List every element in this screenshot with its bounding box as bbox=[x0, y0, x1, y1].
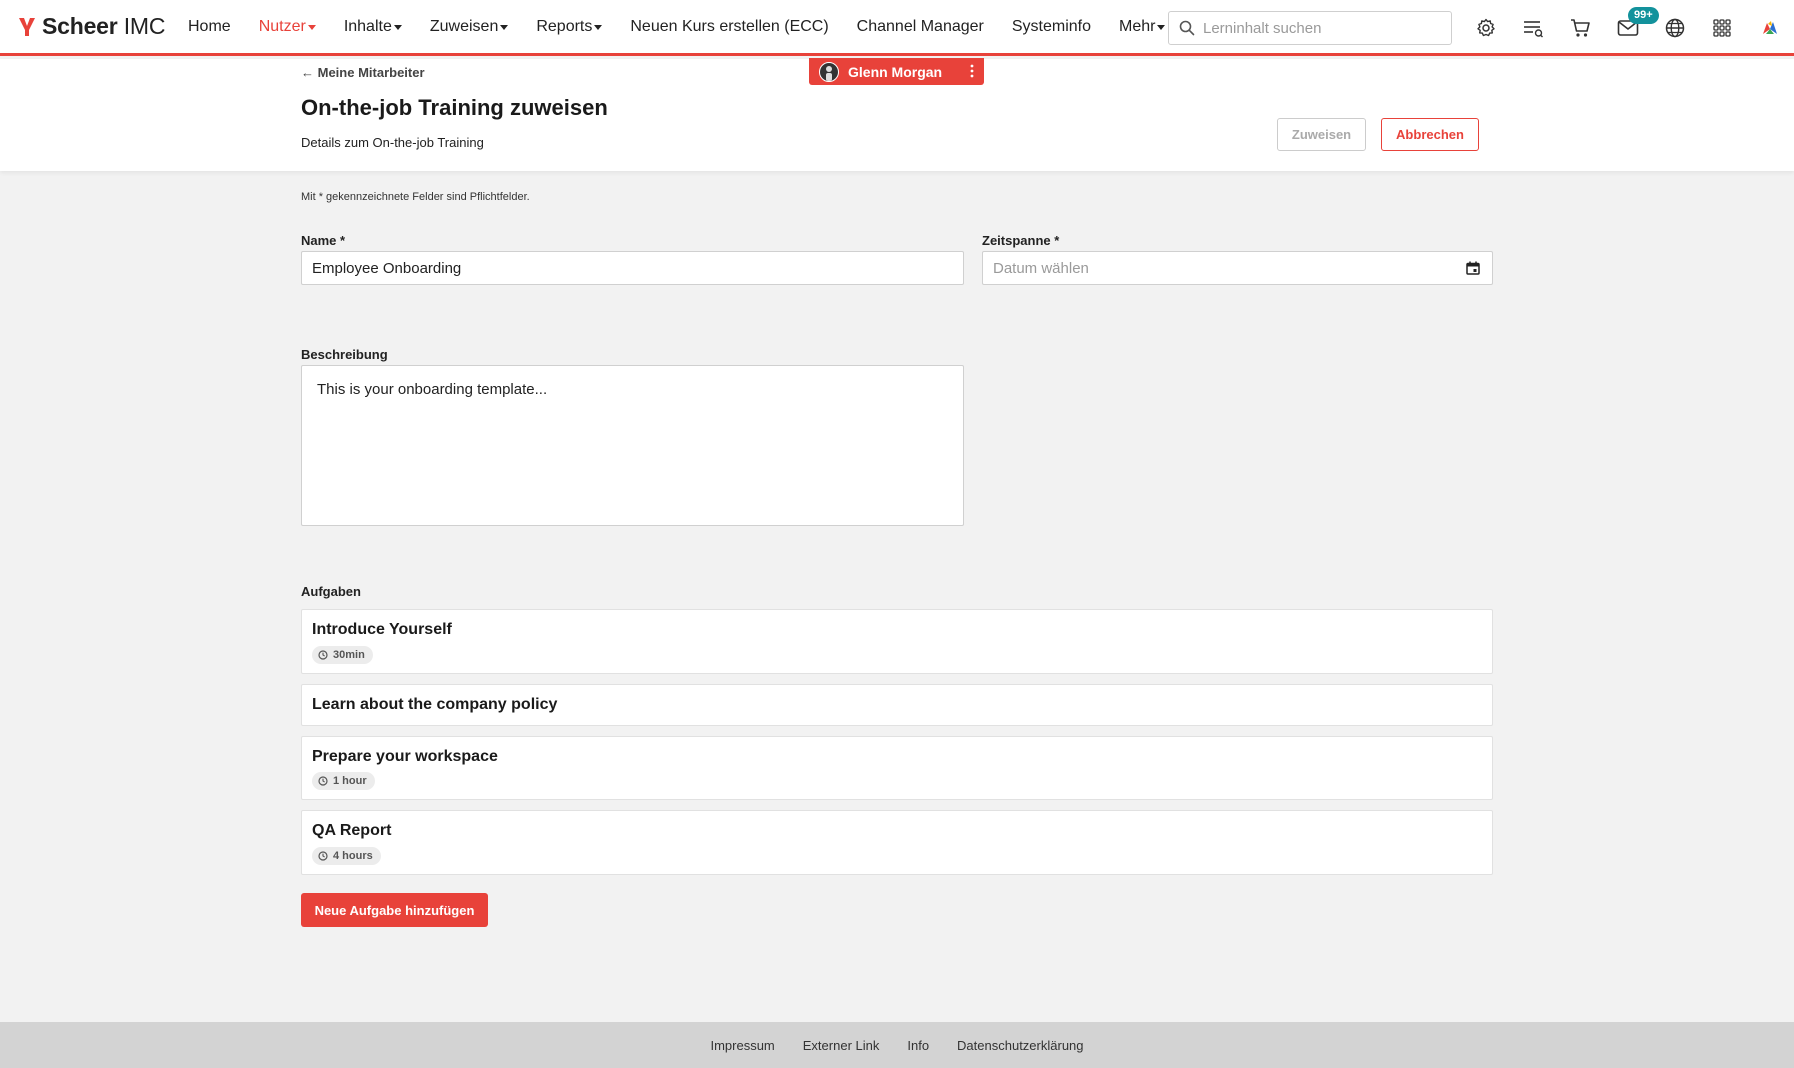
cancel-button[interactable]: Abbrechen bbox=[1381, 118, 1479, 151]
nav-item-mehr[interactable]: Mehr bbox=[1119, 18, 1166, 36]
required-fields-note: Mit * gekennzeichnete Felder sind Pflich… bbox=[301, 191, 530, 203]
period-label: Zeitspanne * bbox=[982, 233, 1060, 248]
page-subtitle: Details zum On-the-job Training bbox=[301, 135, 484, 150]
gear-icon[interactable] bbox=[1474, 16, 1498, 40]
footer-link-impressum[interactable]: Impressum bbox=[710, 1038, 774, 1053]
back-link[interactable]: ← Meine Mitarbeiter bbox=[301, 65, 425, 80]
nav-item-channel-manager[interactable]: Channel Manager bbox=[857, 18, 984, 36]
caret-down-icon bbox=[393, 25, 402, 30]
task-title: Prepare your workspace bbox=[312, 748, 498, 765]
footer-link-info[interactable]: Info bbox=[907, 1038, 929, 1053]
task-item[interactable]: Introduce Yourself 30min bbox=[301, 609, 1493, 674]
assign-button[interactable]: Zuweisen bbox=[1277, 118, 1366, 151]
more-options-icon[interactable] bbox=[970, 63, 974, 82]
task-item[interactable]: Prepare your workspace 1 hour bbox=[301, 736, 1493, 800]
top-navigation-bar: Scheer IMC Home Nutzer Inhalte Zuweisen … bbox=[0, 0, 1794, 56]
avatar bbox=[819, 61, 839, 82]
person-icon bbox=[826, 65, 832, 81]
clock-icon bbox=[318, 851, 328, 861]
nav-item-systeminfo[interactable]: Systeminfo bbox=[1012, 18, 1091, 36]
task-title: QA Report bbox=[312, 822, 392, 839]
search-input[interactable] bbox=[1203, 19, 1433, 37]
cart-icon[interactable] bbox=[1569, 16, 1593, 40]
caret-down-icon bbox=[307, 25, 316, 30]
nav-item-inhalte[interactable]: Inhalte bbox=[344, 18, 402, 36]
task-item[interactable]: QA Report 4 hours bbox=[301, 810, 1493, 875]
page-title: On-the-job Training zuweisen bbox=[301, 95, 608, 120]
nav-item-nutzer[interactable]: Nutzer bbox=[259, 18, 316, 36]
name-label: Name * bbox=[301, 233, 346, 248]
caret-down-icon bbox=[500, 25, 509, 30]
description-label: Beschreibung bbox=[301, 347, 388, 362]
duration-badge: 1 hour bbox=[312, 772, 375, 790]
nav-item-reports[interactable]: Reports bbox=[536, 18, 603, 36]
scheer-logo-icon bbox=[19, 17, 35, 36]
footer-link-privacy[interactable]: Datenschutzerklärung bbox=[957, 1038, 1083, 1053]
add-task-button[interactable]: Neue Aufgabe hinzufügen bbox=[301, 893, 488, 927]
task-list-icon[interactable] bbox=[1521, 16, 1545, 40]
search-box bbox=[1168, 11, 1452, 45]
task-title: Learn about the company policy bbox=[312, 696, 558, 713]
main-nav: Home Nutzer Inhalte Zuweisen Reports Neu… bbox=[188, 0, 1193, 53]
caret-down-icon bbox=[1157, 25, 1166, 30]
duration-badge: 4 hours bbox=[312, 847, 381, 865]
name-input[interactable] bbox=[301, 251, 964, 285]
nav-item-zuweisen[interactable]: Zuweisen bbox=[430, 18, 509, 36]
nav-item-ecc[interactable]: Neuen Kurs erstellen (ECC) bbox=[630, 18, 828, 36]
page-footer: Impressum Externer Link Info Datenschutz… bbox=[0, 1022, 1794, 1068]
task-title: Introduce Yourself bbox=[312, 621, 452, 638]
mail-badge: 99+ bbox=[1628, 7, 1659, 24]
description-textarea[interactable]: This is your onboarding template... bbox=[301, 365, 964, 526]
apps-grid-icon[interactable] bbox=[1710, 16, 1734, 40]
clock-icon bbox=[318, 650, 328, 660]
clock-icon bbox=[318, 776, 328, 786]
tasks-label: Aufgaben bbox=[301, 584, 361, 599]
date-picker-input[interactable] bbox=[982, 251, 1493, 285]
duration-badge: 30min bbox=[312, 646, 373, 664]
caret-down-icon bbox=[594, 25, 603, 30]
calendar-icon[interactable] bbox=[1466, 261, 1480, 275]
colorful-logo-icon[interactable] bbox=[1758, 16, 1782, 40]
brand-logo[interactable]: Scheer IMC bbox=[18, 13, 188, 40]
footer-link-external[interactable]: Externer Link bbox=[803, 1038, 880, 1053]
task-item[interactable]: Learn about the company policy bbox=[301, 684, 1493, 726]
search-icon bbox=[1179, 20, 1195, 36]
globe-icon[interactable] bbox=[1663, 16, 1687, 40]
impersonation-chip[interactable]: Glenn Morgan bbox=[809, 58, 984, 85]
brand-name: Scheer IMC bbox=[42, 13, 166, 39]
nav-item-home[interactable]: Home bbox=[188, 18, 231, 36]
impersonated-user-name: Glenn Morgan bbox=[848, 63, 943, 80]
